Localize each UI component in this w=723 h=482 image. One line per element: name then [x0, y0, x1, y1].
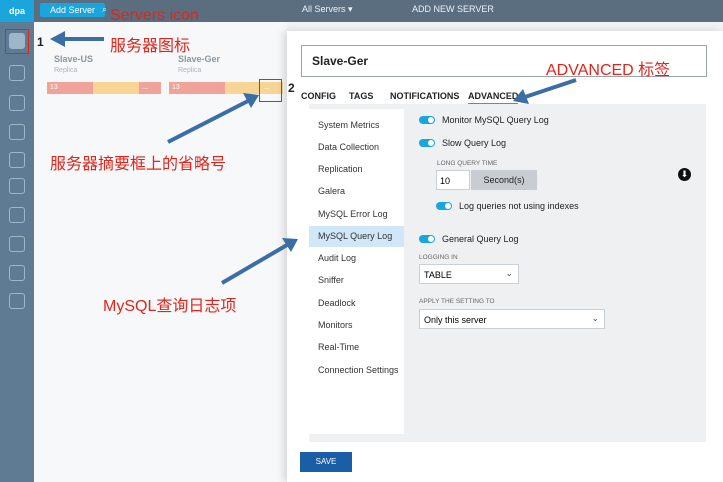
chevron-down-icon: ⌄ [505, 268, 513, 278]
menu-item-system-metrics[interactable]: System Metrics [309, 115, 404, 136]
monitor-query-log-toggle[interactable] [419, 116, 435, 124]
save-button[interactable]: SAVE [300, 452, 352, 472]
server-settings-modal: Slave-Ger CONFIG TAGS NOTIFICATIONS ADVA… [287, 31, 723, 482]
annotation-query-log-item: MySQL查询日志项 [103, 298, 237, 315]
monitor-icon[interactable] [9, 65, 25, 81]
step-number-1: 1 [37, 35, 44, 49]
sliders-icon[interactable] [9, 236, 25, 252]
slow-query-log-label: Slow Query Log [442, 138, 507, 148]
menu-item-replication[interactable]: Replication [309, 159, 404, 180]
logging-in-value: TABLE [424, 270, 452, 280]
menu-item-galera[interactable]: Galera [309, 181, 404, 202]
annotation-servers-icon-zh: 服务器图标 [110, 38, 191, 55]
servers-icon-highlight [5, 29, 29, 54]
database-icon[interactable] [9, 265, 25, 281]
annotation-servers-icon-en: Servers icon [110, 7, 199, 24]
summary-cell: 13 [47, 82, 93, 94]
ellipsis-highlight [259, 79, 282, 102]
server-status: Replica [54, 67, 78, 74]
list-icon[interactable] [9, 207, 25, 223]
apply-setting-label: APPLY THE SETTING TO [419, 298, 495, 305]
left-sidebar: dpa [0, 0, 34, 482]
summary-cell [93, 82, 139, 94]
monitor-query-log-label: Monitor MySQL Query Log [442, 115, 549, 125]
search-icon[interactable]: ⌕ [102, 4, 107, 15]
summary-cell: 13 [169, 82, 225, 94]
log-no-indexes-toggle[interactable] [436, 202, 452, 210]
apply-setting-select[interactable]: Only this server ⌄ [419, 309, 605, 329]
menu-item-sniffer[interactable]: Sniffer [309, 270, 404, 291]
advanced-panel: System Metrics Data Collection Replicati… [309, 104, 706, 442]
logging-in-select[interactable]: TABLE ⌄ [419, 264, 519, 284]
report-icon[interactable] [9, 124, 25, 140]
menu-item-data-collection[interactable]: Data Collection [309, 137, 404, 158]
tab-tags[interactable]: TAGS [349, 91, 373, 101]
server-status: Replica [178, 67, 202, 74]
general-query-log-toggle[interactable] [419, 235, 435, 243]
annotation-ellipsis: 服务器摘要框上的省略号 [50, 156, 227, 173]
server-summary-bar[interactable]: 13 ... [47, 82, 161, 94]
menu-item-mysql-error-log[interactable]: MySQL Error Log [309, 204, 404, 225]
menu-item-monitors[interactable]: Monitors [309, 315, 404, 336]
tab-config[interactable]: CONFIG [301, 91, 336, 101]
chevron-down-icon: ⌄ [591, 313, 599, 323]
long-query-time-label: LONG QUERY TIME [437, 160, 498, 167]
annotation-advanced-tab: ADVANCED 标签 [546, 62, 671, 79]
tab-advanced[interactable]: ADVANCED [468, 91, 519, 105]
summary-cell [225, 82, 261, 94]
menu-item-deadlock[interactable]: Deadlock [309, 293, 404, 314]
slow-query-log-toggle[interactable] [419, 139, 435, 147]
long-query-time-unit[interactable]: Second(s) [471, 170, 537, 190]
logging-in-label: LOGGING IN [419, 254, 458, 261]
download-icon[interactable]: ⬇ [678, 168, 691, 181]
general-query-log-label: General Query Log [442, 234, 519, 244]
ellipsis-button[interactable]: ... [139, 82, 161, 94]
server-name[interactable]: Slave-US [54, 54, 93, 64]
step-number-2: 2 [288, 81, 295, 95]
menu-item-mysql-query-log[interactable]: MySQL Query Log [309, 226, 404, 247]
advanced-menu: System Metrics Data Collection Replicati… [309, 109, 404, 434]
app-logo: dpa [0, 0, 34, 22]
apply-setting-value: Only this server [424, 315, 487, 325]
add-new-server-link[interactable]: ADD NEW SERVER [412, 4, 494, 14]
gear-icon[interactable] [9, 293, 25, 309]
menu-item-real-time[interactable]: Real-Time [309, 337, 404, 358]
server-filter-select[interactable]: All Servers ▾ [302, 4, 353, 15]
clock-icon[interactable] [9, 152, 25, 168]
long-query-time-input[interactable]: 10 [436, 170, 470, 190]
server-dashboard: Slave-US Replica 13 ... Slave-Ger Replic… [34, 22, 287, 482]
add-server-button[interactable]: Add Server [40, 3, 106, 17]
tab-notifications[interactable]: NOTIFICATIONS [390, 91, 459, 101]
log-no-indexes-label: Log queries not using indexes [459, 201, 579, 211]
menu-item-audit-log[interactable]: Audit Log [309, 248, 404, 269]
menu-item-connection-settings[interactable]: Connection Settings [309, 360, 404, 381]
query-icon[interactable] [9, 178, 25, 194]
activity-icon[interactable] [9, 95, 25, 111]
